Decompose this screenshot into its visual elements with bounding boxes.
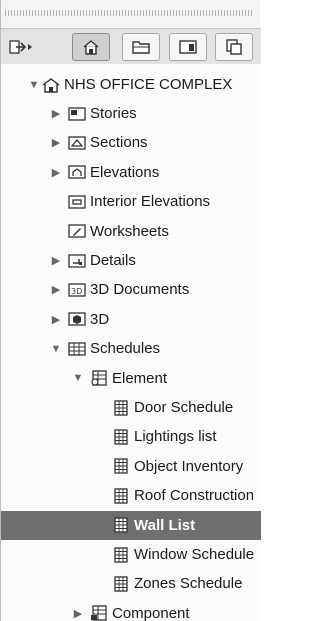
schedule-item-icon (111, 575, 131, 593)
tree-item-label: Wall List (134, 516, 196, 534)
stories-icon (67, 105, 87, 123)
project-map-button[interactable] (72, 33, 110, 61)
tree-item-3d-documents[interactable]: ▶ 3D 3D Documents (1, 275, 261, 304)
tree-item-roof-construction[interactable]: Roof Construction (1, 481, 261, 510)
expand-triangle-icon[interactable]: ▼ (27, 78, 41, 92)
collapse-triangle-icon[interactable]: ▼ (71, 371, 85, 385)
tree-item-label: Object Inventory (134, 457, 244, 475)
tree-item-label: Lightings list (134, 428, 217, 446)
collapse-triangle-icon[interactable]: ▼ (49, 342, 63, 356)
view-map-icon (132, 41, 150, 54)
svg-text:3D: 3D (71, 287, 82, 296)
layout-book-button[interactable] (169, 33, 207, 61)
tree-item-schedules[interactable]: ▼ Schedules (1, 334, 261, 363)
3d-document-icon: 3D (67, 281, 87, 299)
project-tree: ▼ NHS OFFICE COMPLEX ▶ Stories ▶ Sections ▶ E… (1, 64, 261, 621)
tree-item-label: Schedules (90, 340, 161, 358)
schedule-item-icon (111, 399, 131, 417)
tree-item-interior-elevations[interactable]: Interior Elevations (1, 187, 261, 216)
tree-item-stories[interactable]: ▶ Stories (1, 99, 261, 128)
component-schedule-icon (89, 604, 109, 621)
tree-item-label: Worksheets (90, 222, 169, 240)
publisher-button[interactable] (215, 33, 253, 61)
tree-item-label: Interior Elevations (90, 193, 211, 211)
tree-item-label: Elevations (90, 163, 160, 181)
tree-root-label: NHS OFFICE COMPLEX (64, 76, 233, 93)
publisher-icon (226, 39, 242, 55)
tree-item-label: Sections (90, 134, 148, 152)
tree-item-object-inventory[interactable]: Object Inventory (1, 452, 261, 481)
element-schedule-icon (89, 369, 109, 387)
tree-item-details[interactable]: ▶ Details (1, 246, 261, 275)
schedule-item-icon (111, 428, 131, 446)
tree-item-label: Details (90, 252, 136, 269)
view-map-button[interactable] (122, 33, 160, 61)
interior-elevation-icon (67, 193, 87, 211)
section-icon (67, 134, 87, 152)
tree-item-sections[interactable]: ▶ Sections (1, 128, 261, 157)
expand-triangle-icon[interactable]: ▶ (49, 136, 63, 150)
tree-item-door-schedule[interactable]: Door Schedule (1, 393, 261, 422)
tree-item-elevations[interactable]: ▶ Elevations (1, 158, 261, 187)
schedule-item-icon (111, 487, 131, 505)
tree-item-lightings-list[interactable]: Lightings list (1, 422, 261, 451)
export-arrow-button[interactable] (3, 33, 41, 61)
project-map-icon (83, 40, 99, 55)
expand-triangle-icon[interactable]: ▶ (71, 606, 85, 620)
tree-item-element[interactable]: ▼ Element (1, 364, 261, 393)
tree-item-wall-list[interactable]: Wall List (1, 510, 261, 540)
detail-icon (67, 252, 87, 270)
tree-item-component[interactable]: ▶ Component (1, 599, 261, 621)
tree-item-label: Stories (90, 105, 137, 122)
navigator-panel: ▼ NHS OFFICE COMPLEX ▶ Stories ▶ Sections ▶ E… (0, 0, 261, 621)
expand-triangle-icon[interactable]: ▶ (49, 312, 63, 326)
tree-item-label: 3D (90, 310, 110, 328)
expand-triangle-icon[interactable]: ▶ (49, 254, 63, 268)
tree-item-label: Zones Schedule (134, 575, 243, 593)
schedule-item-icon (111, 457, 131, 475)
tree-item-zones-schedule[interactable]: Zones Schedule (1, 569, 261, 598)
export-arrow-icon (9, 40, 32, 54)
tree-item-label: Window Schedule (134, 546, 255, 563)
tree-item-label: Roof Construction (134, 487, 255, 505)
schedule-item-icon (111, 546, 131, 564)
navigator-toolbar (1, 28, 261, 66)
tree-item-3d[interactable]: ▶ 3D (1, 305, 261, 334)
tree-root[interactable]: ▼ NHS OFFICE COMPLEX (1, 70, 261, 99)
drag-grip[interactable] (5, 10, 252, 16)
schedule-item-icon (111, 516, 131, 534)
tree-item-window-schedule[interactable]: Window Schedule (1, 540, 261, 569)
tree-item-worksheets[interactable]: Worksheets (1, 217, 261, 246)
elevation-icon (67, 163, 87, 181)
house-icon (41, 76, 61, 94)
tree-item-label: Component (112, 604, 190, 621)
tree-item-label: Element (112, 369, 168, 387)
expand-triangle-icon[interactable]: ▶ (49, 283, 63, 297)
worksheet-icon (67, 222, 87, 240)
tree-item-label: Door Schedule (134, 399, 234, 416)
schedule-icon (67, 340, 87, 358)
expand-triangle-icon[interactable]: ▶ (49, 107, 63, 121)
tree-item-label: 3D Documents (90, 281, 190, 299)
expand-triangle-icon[interactable]: ▶ (49, 165, 63, 179)
3d-icon (67, 310, 87, 328)
layout-book-icon (179, 40, 197, 54)
